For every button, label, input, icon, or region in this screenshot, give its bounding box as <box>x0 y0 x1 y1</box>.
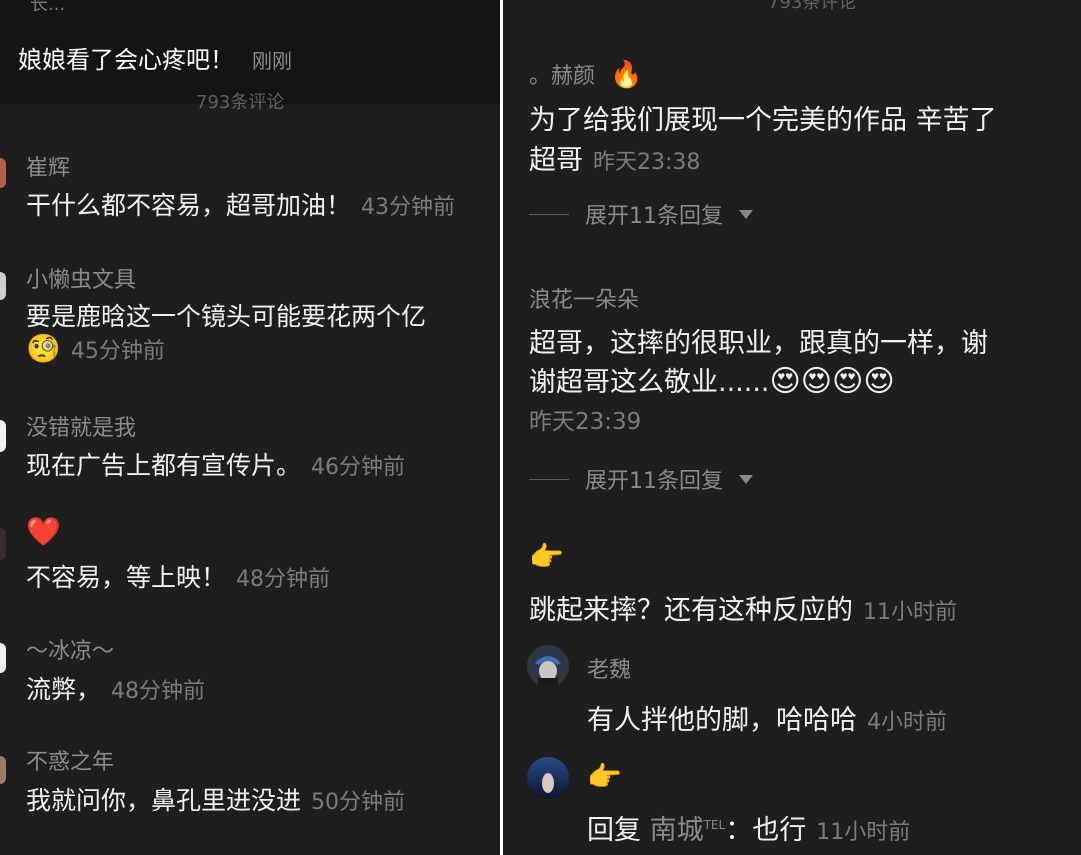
screenshot-collage: 长... 娘娘看了会心疼吧！ 刚刚 793条评论 崔辉 干什么都不容易，超哥加油！… <box>0 0 1081 855</box>
mention-link[interactable]: 南城TEL <box>650 815 726 846</box>
reply-time: 11小时前 <box>816 820 911 845</box>
avatar[interactable] <box>0 756 6 784</box>
mention-name: 南城 <box>649 815 704 846</box>
toast-time: 刚刚 <box>252 49 292 73</box>
avatar[interactable] <box>0 272 6 300</box>
comment-time: 46分钟前 <box>311 455 406 480</box>
avatar[interactable] <box>0 528 6 560</box>
pointing-hand-username-icon[interactable]: 👉 <box>587 763 622 791</box>
comment-username[interactable]: 不惑之年 <box>26 744 114 776</box>
avatar[interactable] <box>527 645 569 687</box>
comment-time: 48分钟前 <box>236 567 331 592</box>
comment-time: 昨天23:38 <box>593 150 701 175</box>
comment-count-cut: 793条评论 <box>196 92 285 113</box>
comment-time: 50分钟前 <box>311 790 406 815</box>
reply-time: 4小时前 <box>867 710 947 735</box>
chevron-down-icon <box>739 474 753 484</box>
mention-superscript: TEL <box>703 818 726 832</box>
expand-replies-label: 展开11条回复 <box>585 204 723 229</box>
heart-eyes-emoji-icon: 😍😍😍😍 <box>769 364 895 399</box>
expand-replies-button[interactable]: 展开11条回复 <box>529 463 753 495</box>
chevron-down-icon <box>739 209 753 219</box>
comment-username[interactable]: 小懒虫文具 <box>26 262 136 294</box>
right-comment-panel[interactable]: 793条评论 。赫颜 🔥 为了给我们展现一个完美的作品 辛苦了 超哥 昨天23:3… <box>503 0 1081 855</box>
comment-body-line2: 超哥 昨天23:38 <box>529 138 700 177</box>
left-comment-panel[interactable]: 长... 娘娘看了会心疼吧！ 刚刚 793条评论 崔辉 干什么都不容易，超哥加油！… <box>0 0 500 855</box>
fire-emoji-icon: 🔥 <box>610 60 643 90</box>
comment-text: 超哥，这摔的很职业，跟真的一样，谢 <box>529 328 988 359</box>
comment-body: 跳起来摔？还有这种反应的 11小时前 <box>529 588 957 627</box>
expand-replies-label: 展开11条回复 <box>585 469 723 494</box>
reply-body: 有人拌他的脚，哈哈哈 4小时前 <box>587 698 947 737</box>
divider-line <box>529 213 569 215</box>
comment-body: 不容易，等上映！ 48分钟前 <box>26 558 330 594</box>
comment-count-cut: 793条评论 <box>768 0 857 13</box>
toast-message: 娘娘看了会心疼吧！ 刚刚 <box>18 40 292 75</box>
thinking-face-emoji-icon: 🧐 <box>26 332 61 365</box>
comment-time: 昨天23:39 <box>529 409 642 435</box>
comment-time: 43分钟前 <box>361 195 456 220</box>
comment-body: 干什么都不容易，超哥加油！ 43分钟前 <box>26 186 455 222</box>
comment-time: 48分钟前 <box>111 679 206 704</box>
comment-username[interactable]: 。赫颜 🔥 <box>529 58 642 90</box>
comment-body: 流弊， 48分钟前 <box>26 670 205 706</box>
avatar-image <box>527 645 569 687</box>
toast-cut-text: 长... <box>30 0 66 15</box>
comment-text: 我就问你，鼻孔里进没进 <box>26 786 302 815</box>
comment-username[interactable]: 没错就是我 <box>26 410 136 442</box>
comment-username[interactable]: 浪花一朵朵 <box>529 282 639 314</box>
avatar[interactable] <box>0 643 6 673</box>
heart-emoji-username-icon[interactable]: ❤️ <box>26 518 61 546</box>
comment-username[interactable]: ～冰凉～ <box>26 633 114 665</box>
reply-suffix: ：也行 <box>725 815 807 846</box>
comment-body-line2: 🧐 45分钟前 <box>26 332 165 365</box>
comment-text-line2: 谢超哥这么敬业...... <box>529 367 770 398</box>
avatar[interactable] <box>0 420 6 452</box>
comment-text-line2: 超哥 <box>529 145 583 176</box>
divider-line <box>529 478 569 480</box>
comment-time: 45分钟前 <box>70 339 165 364</box>
expand-replies-button[interactable]: 展开11条回复 <box>529 198 753 230</box>
avatar[interactable] <box>0 158 6 188</box>
reply-text: 有人拌他的脚，哈哈哈 <box>587 705 857 736</box>
comment-time: 11小时前 <box>863 600 957 625</box>
comment-text: 跳起来摔？还有这种反应的 <box>529 595 853 626</box>
comment-text: 现在广告上都有宣传片。 <box>26 451 302 480</box>
comment-username[interactable]: 崔辉 <box>26 150 70 182</box>
avatar[interactable] <box>527 757 569 799</box>
comment-text: 为了给我们展现一个完美的作品 辛苦了 <box>529 105 997 136</box>
comment-text: 流弊， <box>26 675 102 704</box>
pointing-hand-username-icon[interactable]: 👉 <box>529 543 564 571</box>
avatar-image <box>527 757 569 799</box>
reply-username[interactable]: 老魏 <box>587 652 631 684</box>
comment-text: 不容易，等上映！ <box>26 563 227 592</box>
reply-prefix: 回复 <box>587 815 641 846</box>
comment-body: 我就问你，鼻孔里进没进 50分钟前 <box>26 781 405 817</box>
comment-text: 要是鹿晗这一个镜头可能要花两个亿 <box>26 302 427 331</box>
comment-body-line2: 谢超哥这么敬业......😍😍😍😍 <box>529 360 895 399</box>
toast-text: 娘娘看了会心疼吧！ <box>18 46 234 74</box>
comment-body: 现在广告上都有宣传片。 46分钟前 <box>26 446 405 482</box>
comment-username-text: 。赫颜 <box>529 64 596 89</box>
comment-text: 干什么都不容易，超哥加油！ <box>26 191 352 220</box>
reply-body: 回复 南城TEL：也行 11小时前 <box>587 808 910 847</box>
